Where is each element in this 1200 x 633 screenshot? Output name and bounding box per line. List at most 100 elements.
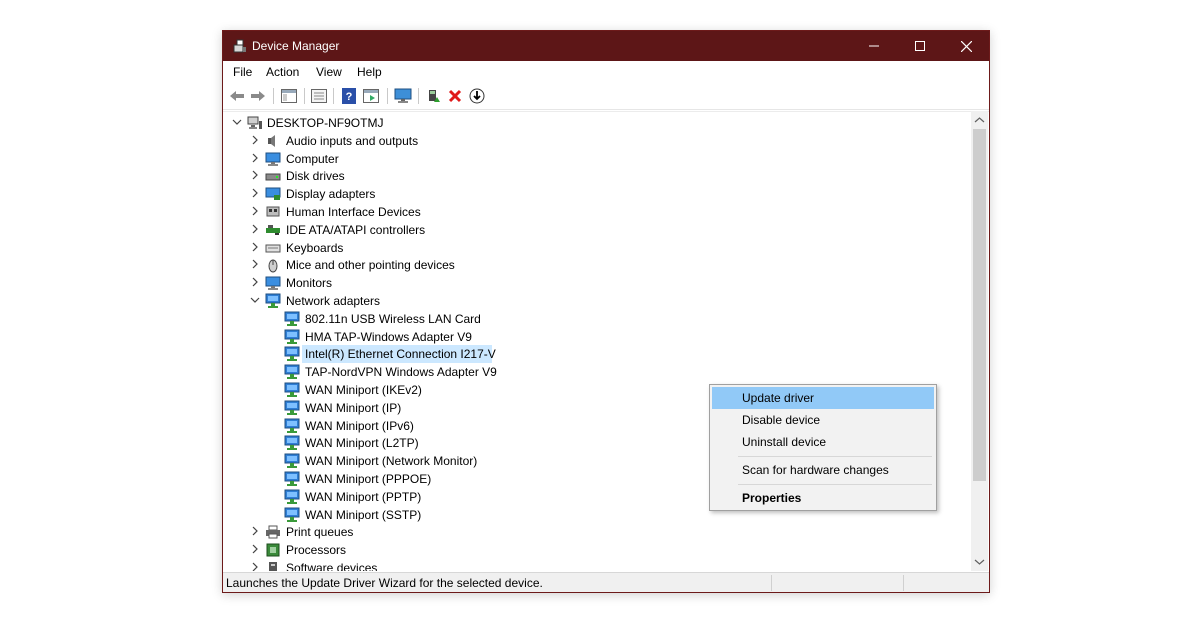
scroll-down-icon[interactable] [974, 556, 985, 567]
minimize-button[interactable] [851, 31, 897, 61]
toolbar-separator [273, 88, 274, 104]
scan-hardware-button[interactable] [394, 87, 412, 105]
network-adapter-item[interactable]: 802.11n USB Wireless LAN Card [223, 310, 969, 328]
network-adapter-icon [284, 400, 300, 415]
menu-disable-device[interactable]: Disable device [712, 409, 934, 431]
properties-button[interactable] [310, 87, 328, 105]
network-adapter-item[interactable]: TAP-NordVPN Windows Adapter V9 [223, 363, 969, 381]
category-label: Computer [286, 151, 339, 166]
tree-category[interactable]: Computer [223, 150, 969, 168]
maximize-icon [915, 41, 925, 51]
processor-icon [266, 543, 280, 557]
show-hide-console-tree-button[interactable] [280, 87, 298, 105]
chevron-right-icon[interactable] [250, 206, 260, 216]
chevron-down-icon[interactable] [250, 295, 260, 305]
status-text: Launches the Update Driver Wizard for th… [226, 576, 543, 590]
toolbar-separator [333, 88, 334, 104]
toolbar-separator [418, 88, 419, 104]
network-adapter-icon [284, 471, 300, 486]
chevron-right-icon[interactable] [250, 188, 260, 198]
help-icon: ? [342, 88, 356, 104]
tree-category[interactable]: IDE ATA/ATAPI controllers [223, 221, 969, 239]
network-adapter-icon [265, 293, 281, 308]
back-arrow-icon [230, 91, 244, 101]
tree-category[interactable]: Disk drives [223, 167, 969, 185]
tree-category[interactable]: Software devices [223, 559, 969, 571]
category-label: Network adapters [286, 294, 381, 308]
scroll-up-icon[interactable] [974, 115, 985, 126]
close-button[interactable] [943, 31, 989, 61]
hid-icon [266, 206, 280, 217]
menu-file[interactable]: File [233, 65, 252, 79]
device-label: WAN Miniport (PPPOE) [305, 472, 432, 486]
category-label: Print queues [286, 525, 354, 540]
chevron-right-icon[interactable] [250, 526, 260, 536]
vertical-scrollbar[interactable] [971, 111, 988, 571]
computer-icon [265, 152, 281, 166]
menu-view[interactable]: View [316, 65, 342, 79]
status-bar: Launches the Update Driver Wizard for th… [223, 572, 989, 592]
forward-button[interactable] [249, 87, 267, 105]
scrollbar-thumb[interactable] [973, 129, 986, 481]
network-adapter-icon [284, 311, 300, 326]
device-label: WAN Miniport (Network Monitor) [305, 454, 478, 469]
tree-category[interactable]: Audio inputs and outputs [223, 132, 969, 150]
network-adapter-icon [284, 329, 300, 344]
device-manager-icon [233, 39, 246, 53]
chevron-right-icon[interactable] [250, 224, 260, 234]
tree-category[interactable]: Monitors [223, 274, 969, 292]
network-adapter-icon [284, 435, 300, 451]
tree-category[interactable]: Display adapters [223, 185, 969, 203]
maximize-button[interactable] [897, 31, 943, 61]
menu-help[interactable]: Help [357, 65, 382, 79]
help-button[interactable]: ? [340, 87, 358, 105]
monitor-icon [265, 276, 281, 291]
menu-disable-device-label: Disable device [742, 413, 821, 427]
tree-category[interactable]: Print queues [223, 523, 969, 541]
chevron-right-icon[interactable] [250, 242, 260, 252]
category-label: Processors [286, 543, 347, 558]
tree-category[interactable]: Keyboards [223, 239, 969, 257]
menu-uninstall-device-label: Uninstall device [742, 435, 827, 449]
menu-action[interactable]: Action [266, 65, 299, 79]
chevron-right-icon[interactable] [250, 544, 260, 554]
chevron-right-icon[interactable] [250, 277, 260, 287]
title-bar[interactable]: Device Manager [223, 31, 989, 61]
tree-category[interactable]: Network adapters [223, 292, 969, 310]
tree-category[interactable]: Human Interface Devices [223, 203, 969, 221]
back-button[interactable] [228, 87, 246, 105]
menu-scan-hardware[interactable]: Scan for hardware changes [712, 459, 934, 481]
enable-device-button[interactable] [468, 87, 486, 105]
menu-update-driver[interactable]: Update driver [712, 387, 934, 409]
toolbar: ? [223, 83, 989, 110]
tree-root[interactable]: DESKTOP-NF9OTMJ [223, 114, 969, 132]
update-driver-icon [429, 90, 440, 102]
category-label: Mice and other pointing devices [286, 258, 455, 273]
chevron-right-icon[interactable] [250, 562, 260, 571]
action-pane-button[interactable] [362, 87, 380, 105]
uninstall-button[interactable] [446, 87, 464, 105]
chevron-right-icon[interactable] [250, 170, 260, 180]
tree-category[interactable]: Mice and other pointing devices [223, 256, 969, 274]
network-adapter-icon [284, 489, 300, 504]
toolbar-separator [304, 88, 305, 104]
minimize-icon [869, 45, 879, 47]
category-label: Human Interface Devices [286, 205, 421, 219]
category-label: Display adapters [286, 187, 376, 202]
chevron-right-icon[interactable] [250, 259, 260, 269]
properties-icon [311, 89, 327, 103]
menu-uninstall-device[interactable]: Uninstall device [712, 431, 934, 453]
show-hide-console-tree-icon [281, 89, 297, 103]
chevron-down-icon[interactable] [232, 117, 242, 127]
menu-properties[interactable]: Properties [712, 487, 934, 509]
tree-category[interactable]: Processors [223, 541, 969, 559]
device-label: Intel(R) Ethernet Connection I217-V [305, 347, 496, 362]
update-driver-button[interactable] [425, 87, 443, 105]
network-adapter-item[interactable]: Intel(R) Ethernet Connection I217-V [223, 345, 969, 364]
device-label: WAN Miniport (IP) [305, 400, 402, 415]
chevron-right-icon[interactable] [250, 135, 260, 145]
chevron-right-icon[interactable] [250, 153, 260, 163]
network-adapter-item[interactable]: HMA TAP-Windows Adapter V9 [223, 328, 969, 346]
device-label: WAN Miniport (IPv6) [305, 418, 414, 433]
svg-text:?: ? [346, 91, 353, 103]
